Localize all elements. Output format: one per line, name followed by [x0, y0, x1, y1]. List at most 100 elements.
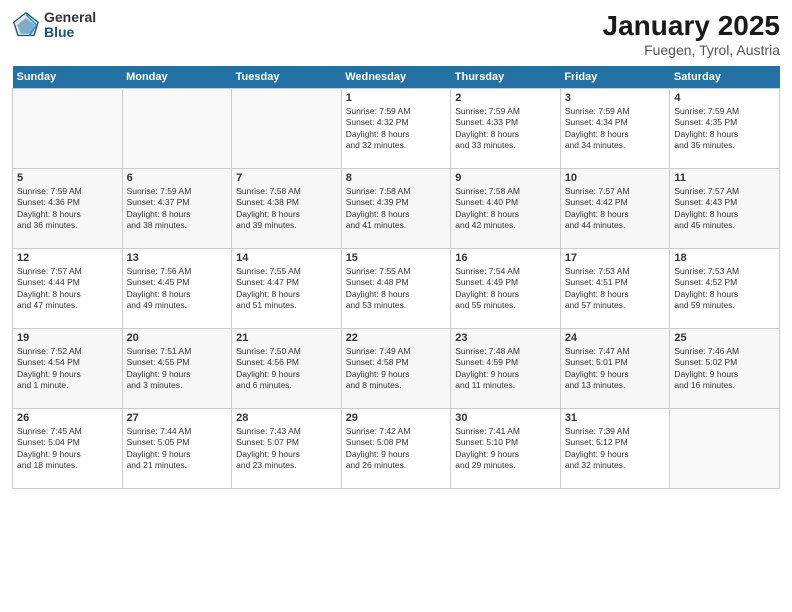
- cell-content: Sunrise: 7:51 AM Sunset: 4:55 PM Dayligh…: [127, 346, 228, 392]
- calendar-cell: 27 Sunrise: 7:44 AM Sunset: 5:05 PM Dayli…: [122, 409, 232, 489]
- cell-content: Sunrise: 7:49 AM Sunset: 4:58 PM Dayligh…: [346, 346, 447, 392]
- day-number: 15: [346, 252, 447, 264]
- logo: General Blue: [12, 10, 96, 41]
- calendar-cell: 21 Sunrise: 7:50 AM Sunset: 4:56 PM Dayli…: [232, 329, 342, 409]
- logo-general-text: General: [44, 10, 96, 25]
- calendar-cell: 8Sunrise: 7:58 AM Sunset: 4:39 PM Daylig…: [341, 169, 451, 249]
- day-number: 14: [236, 252, 337, 264]
- calendar-cell: 31 Sunrise: 7:39 AM Sunset: 5:12 PM Dayli…: [560, 409, 670, 489]
- calendar-cell: 22 Sunrise: 7:49 AM Sunset: 4:58 PM Dayli…: [341, 329, 451, 409]
- cell-content: Sunrise: 7:55 AM Sunset: 4:47 PM Dayligh…: [236, 266, 337, 312]
- day-number: 13: [127, 252, 228, 264]
- month-title: January 2025: [603, 10, 780, 42]
- calendar-cell: 30Sunrise: 7:41 AM Sunset: 5:10 PM Dayli…: [451, 409, 561, 489]
- calendar-cell: 7 Sunrise: 7:58 AM Sunset: 4:38 PM Daylig…: [232, 169, 342, 249]
- cell-content: Sunrise: 7:59 AM Sunset: 4:33 PM Dayligh…: [455, 106, 556, 152]
- calendar-cell: 28Sunrise: 7:43 AM Sunset: 5:07 PM Dayli…: [232, 409, 342, 489]
- calendar-cell: 5 Sunrise: 7:59 AM Sunset: 4:36 PM Daylig…: [13, 169, 123, 249]
- day-number: 27: [127, 412, 228, 424]
- calendar-cell: 12Sunrise: 7:57 AM Sunset: 4:44 PM Dayli…: [13, 249, 123, 329]
- day-number: 21: [236, 332, 337, 344]
- day-number: 6: [127, 172, 228, 184]
- calendar-cell: 15 Sunrise: 7:55 AM Sunset: 4:48 PM Dayli…: [341, 249, 451, 329]
- day-number: 26: [17, 412, 118, 424]
- day-number: 31: [565, 412, 666, 424]
- col-sunday: Sunday: [13, 66, 123, 89]
- cell-content: Sunrise: 7:46 AM Sunset: 5:02 PM Dayligh…: [674, 346, 775, 392]
- cell-content: Sunrise: 7:39 AM Sunset: 5:12 PM Dayligh…: [565, 426, 666, 472]
- logo-text: General Blue: [44, 10, 96, 41]
- week-row-3: 12Sunrise: 7:57 AM Sunset: 4:44 PM Dayli…: [13, 249, 780, 329]
- calendar-cell: 13 Sunrise: 7:56 AM Sunset: 4:45 PM Dayli…: [122, 249, 232, 329]
- col-wednesday: Wednesday: [341, 66, 451, 89]
- day-number: 20: [127, 332, 228, 344]
- calendar-cell: 6 Sunrise: 7:59 AM Sunset: 4:37 PM Daylig…: [122, 169, 232, 249]
- cell-content: Sunrise: 7:53 AM Sunset: 4:52 PM Dayligh…: [674, 266, 775, 312]
- col-saturday: Saturday: [670, 66, 780, 89]
- col-friday: Friday: [560, 66, 670, 89]
- cell-content: Sunrise: 7:59 AM Sunset: 4:35 PM Dayligh…: [674, 106, 775, 152]
- header-row: Sunday Monday Tuesday Wednesday Thursday…: [13, 66, 780, 89]
- calendar-cell: 4 Sunrise: 7:59 AM Sunset: 4:35 PM Daylig…: [670, 89, 780, 169]
- cell-content: Sunrise: 7:56 AM Sunset: 4:45 PM Dayligh…: [127, 266, 228, 312]
- cell-content: Sunrise: 7:42 AM Sunset: 5:08 PM Dayligh…: [346, 426, 447, 472]
- calendar-cell: 23 Sunrise: 7:48 AM Sunset: 4:59 PM Dayli…: [451, 329, 561, 409]
- day-number: 29: [346, 412, 447, 424]
- calendar-cell: 24Sunrise: 7:47 AM Sunset: 5:01 PM Dayli…: [560, 329, 670, 409]
- day-number: 10: [565, 172, 666, 184]
- page-container: General Blue January 2025 Fuegen, Tyrol,…: [0, 0, 792, 497]
- calendar-cell: 16Sunrise: 7:54 AM Sunset: 4:49 PM Dayli…: [451, 249, 561, 329]
- calendar-cell: 14 Sunrise: 7:55 AM Sunset: 4:47 PM Dayli…: [232, 249, 342, 329]
- cell-content: Sunrise: 7:59 AM Sunset: 4:36 PM Dayligh…: [17, 186, 118, 232]
- calendar-cell: 18 Sunrise: 7:53 AM Sunset: 4:52 PM Dayli…: [670, 249, 780, 329]
- cell-content: Sunrise: 7:59 AM Sunset: 4:37 PM Dayligh…: [127, 186, 228, 232]
- day-number: 5: [17, 172, 118, 184]
- header: General Blue January 2025 Fuegen, Tyrol,…: [12, 10, 780, 58]
- calendar-table: Sunday Monday Tuesday Wednesday Thursday…: [12, 66, 780, 489]
- calendar-cell: 2Sunrise: 7:59 AM Sunset: 4:33 PM Daylig…: [451, 89, 561, 169]
- cell-content: Sunrise: 7:55 AM Sunset: 4:48 PM Dayligh…: [346, 266, 447, 312]
- day-number: 4: [674, 92, 775, 104]
- day-number: 19: [17, 332, 118, 344]
- cell-content: Sunrise: 7:58 AM Sunset: 4:38 PM Dayligh…: [236, 186, 337, 232]
- logo-icon: [12, 11, 40, 39]
- day-number: 3: [565, 92, 666, 104]
- day-number: 8: [346, 172, 447, 184]
- day-number: 16: [455, 252, 556, 264]
- calendar-cell: 9Sunrise: 7:58 AM Sunset: 4:40 PM Daylig…: [451, 169, 561, 249]
- day-number: 18: [674, 252, 775, 264]
- calendar-cell: 25Sunrise: 7:46 AM Sunset: 5:02 PM Dayli…: [670, 329, 780, 409]
- cell-content: Sunrise: 7:59 AM Sunset: 4:32 PM Dayligh…: [346, 106, 447, 152]
- calendar-cell: [13, 89, 123, 169]
- calendar-cell: 17Sunrise: 7:53 AM Sunset: 4:51 PM Dayli…: [560, 249, 670, 329]
- cell-content: Sunrise: 7:48 AM Sunset: 4:59 PM Dayligh…: [455, 346, 556, 392]
- calendar-cell: 29 Sunrise: 7:42 AM Sunset: 5:08 PM Dayli…: [341, 409, 451, 489]
- day-number: 24: [565, 332, 666, 344]
- col-tuesday: Tuesday: [232, 66, 342, 89]
- cell-content: Sunrise: 7:57 AM Sunset: 4:43 PM Dayligh…: [674, 186, 775, 232]
- day-number: 23: [455, 332, 556, 344]
- day-number: 30: [455, 412, 556, 424]
- cell-content: Sunrise: 7:45 AM Sunset: 5:04 PM Dayligh…: [17, 426, 118, 472]
- cell-content: Sunrise: 7:57 AM Sunset: 4:44 PM Dayligh…: [17, 266, 118, 312]
- day-number: 1: [346, 92, 447, 104]
- calendar-cell: 26 Sunrise: 7:45 AM Sunset: 5:04 PM Dayli…: [13, 409, 123, 489]
- title-block: January 2025 Fuegen, Tyrol, Austria: [603, 10, 780, 58]
- week-row-1: 1 Sunrise: 7:59 AM Sunset: 4:32 PM Daylig…: [13, 89, 780, 169]
- calendar-cell: 1 Sunrise: 7:59 AM Sunset: 4:32 PM Daylig…: [341, 89, 451, 169]
- day-number: 22: [346, 332, 447, 344]
- cell-content: Sunrise: 7:50 AM Sunset: 4:56 PM Dayligh…: [236, 346, 337, 392]
- cell-content: Sunrise: 7:58 AM Sunset: 4:40 PM Dayligh…: [455, 186, 556, 232]
- calendar-cell: [670, 409, 780, 489]
- calendar-cell: 19Sunrise: 7:52 AM Sunset: 4:54 PM Dayli…: [13, 329, 123, 409]
- cell-content: Sunrise: 7:59 AM Sunset: 4:34 PM Dayligh…: [565, 106, 666, 152]
- cell-content: Sunrise: 7:44 AM Sunset: 5:05 PM Dayligh…: [127, 426, 228, 472]
- day-number: 11: [674, 172, 775, 184]
- calendar-cell: 3 Sunrise: 7:59 AM Sunset: 4:34 PM Daylig…: [560, 89, 670, 169]
- calendar-cell: 10 Sunrise: 7:57 AM Sunset: 4:42 PM Dayli…: [560, 169, 670, 249]
- day-number: 7: [236, 172, 337, 184]
- cell-content: Sunrise: 7:43 AM Sunset: 5:07 PM Dayligh…: [236, 426, 337, 472]
- logo-blue-text: Blue: [44, 25, 96, 40]
- cell-content: Sunrise: 7:53 AM Sunset: 4:51 PM Dayligh…: [565, 266, 666, 312]
- cell-content: Sunrise: 7:57 AM Sunset: 4:42 PM Dayligh…: [565, 186, 666, 232]
